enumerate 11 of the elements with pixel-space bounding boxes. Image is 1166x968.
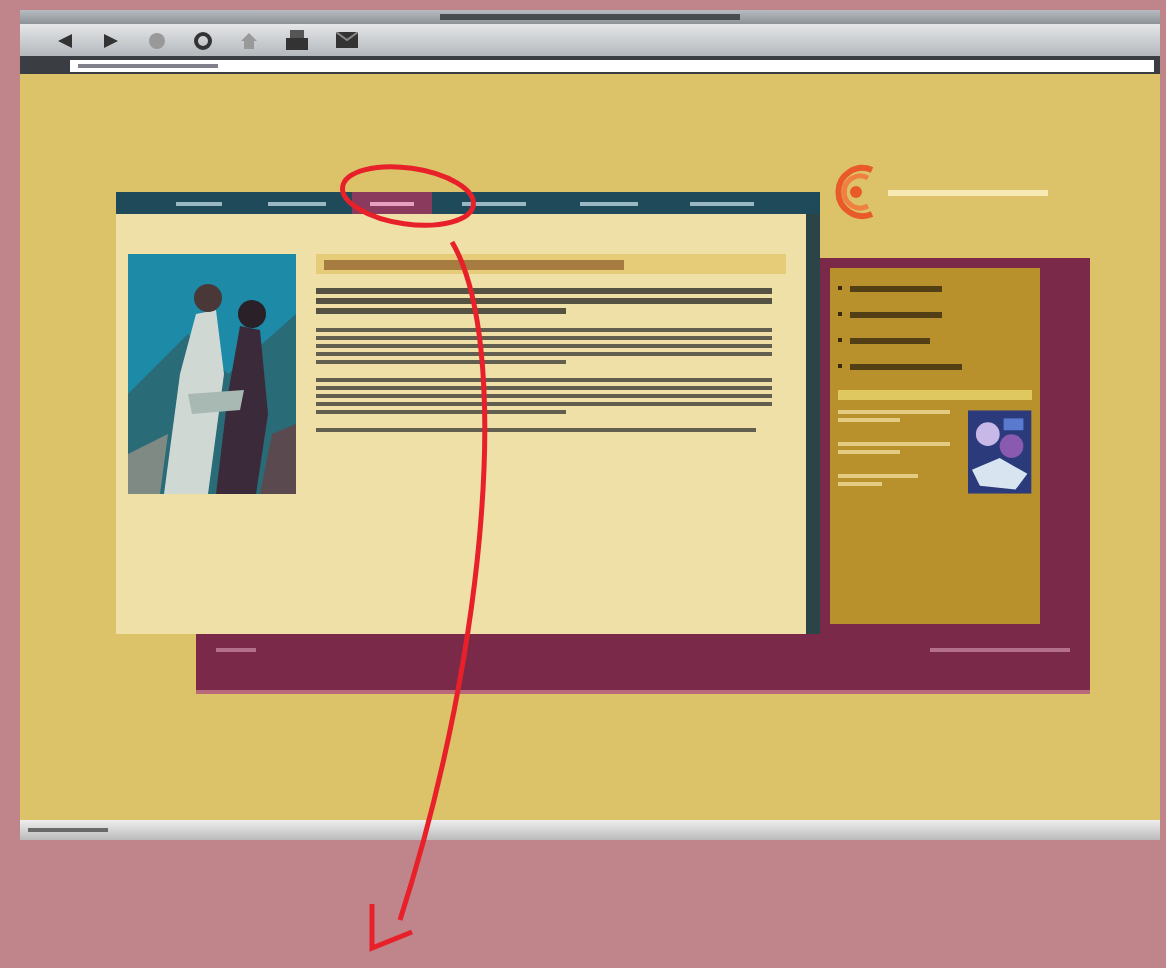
nav-item[interactable] bbox=[352, 192, 432, 214]
mail-icon[interactable] bbox=[336, 32, 358, 48]
text-lines-drawing bbox=[28, 828, 108, 832]
text-lines-drawing bbox=[930, 648, 1070, 652]
text-lines-drawing bbox=[216, 648, 256, 652]
address-field[interactable] bbox=[70, 59, 1154, 71]
printer-icon[interactable] bbox=[286, 30, 308, 50]
reload-icon[interactable] bbox=[194, 31, 212, 49]
forward-icon[interactable] bbox=[102, 31, 120, 49]
back-icon[interactable] bbox=[56, 31, 74, 49]
circle-annotation bbox=[340, 164, 476, 228]
